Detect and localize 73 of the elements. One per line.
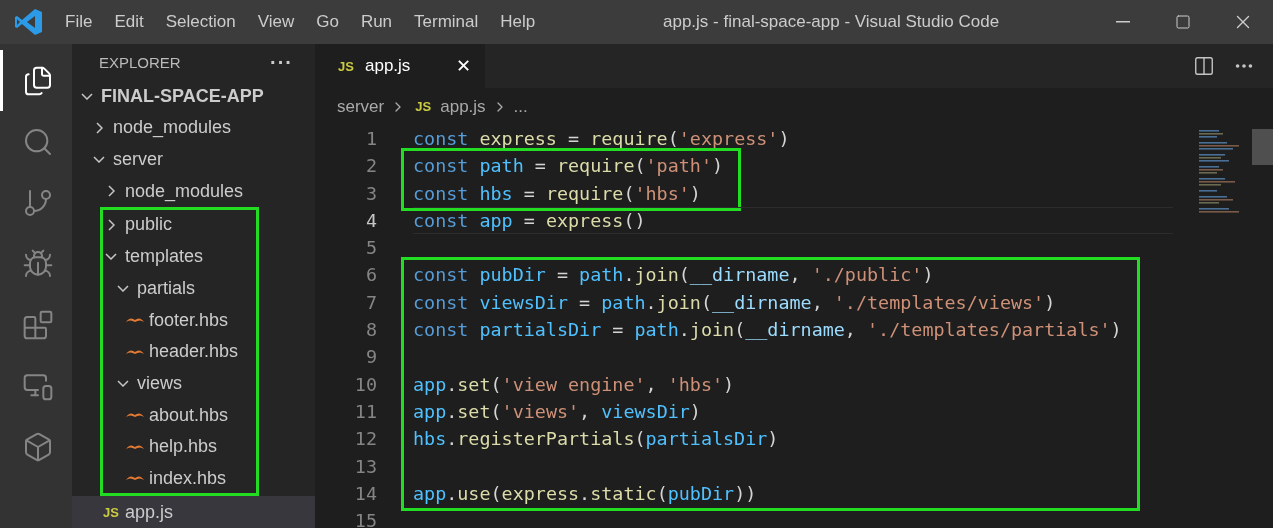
chevron-down-icon (93, 156, 105, 164)
line-number: 7 (364, 290, 377, 315)
project-root[interactable]: FINAL-SPACE-APP (72, 80, 315, 113)
code-line: const partialsDir = path.join(__dirname, './templates/partials') (413, 319, 1122, 341)
breadcrumb-item[interactable]: ... (513, 96, 528, 117)
code-line: const path = require('path') (413, 155, 724, 177)
menu-item[interactable]: Help (489, 12, 547, 32)
blocks-icon (21, 308, 54, 341)
menu-item[interactable]: Selection (154, 12, 247, 32)
chevron-right-icon (107, 185, 115, 198)
code-line: hbs.registerPartials(partialsDir) (413, 428, 779, 450)
sidebar-title: EXPLORER (99, 53, 181, 71)
chevron-right-icon (95, 121, 103, 134)
tree-item[interactable]: server (72, 143, 315, 176)
line-number: 3 (364, 181, 377, 206)
chevron-down-icon (117, 379, 129, 387)
breadcrumb-item[interactable]: server (337, 96, 385, 117)
line-number: 2 (364, 154, 377, 179)
editor-tab[interactable]: JS app.js ✕ (315, 44, 485, 88)
menu-item[interactable]: Terminal (403, 12, 490, 32)
code-line: const express = require('express') (413, 128, 790, 149)
window-title: app.js - final-space-app - Visual Studio Code (663, 12, 1000, 32)
js-icon: JS (100, 504, 122, 520)
tree-item[interactable]: about.hbs (72, 399, 257, 431)
tree-item[interactable]: public (72, 209, 257, 241)
chevron-right-icon (107, 218, 115, 231)
line-number: 6 (364, 263, 377, 288)
code-line: const pubDir = path.join(__dirname, './public') (413, 264, 934, 286)
tree-item[interactable]: help.hbs (72, 430, 257, 463)
js-icon: JS (335, 58, 357, 74)
bug-icon (21, 247, 54, 280)
menu-item[interactable]: File (54, 12, 104, 32)
tree-item[interactable]: node_modules (72, 175, 315, 208)
code-line: app.set('view engine', 'hbs') (413, 373, 735, 395)
close-tab-button[interactable]: ✕ (456, 55, 471, 77)
maximize-icon (1175, 14, 1191, 30)
line-number: 1 (364, 127, 377, 151)
menu-item[interactable]: Go (305, 12, 350, 32)
split-editor-icon[interactable] (1193, 55, 1215, 77)
tree-item[interactable]: index.hbs (72, 462, 257, 495)
code-line: app.set('views', viewsDir) (413, 400, 701, 422)
line-number: 14 (353, 481, 377, 506)
tree-item[interactable]: header.hbs (72, 335, 257, 368)
more-button[interactable]: ··· (270, 50, 293, 74)
chevron-down-icon (81, 92, 93, 100)
breadcrumb-item[interactable]: JS app.js (412, 96, 486, 117)
app-logo-icon (14, 7, 44, 37)
menu-item[interactable]: Edit (103, 12, 155, 32)
line-number: 11 (353, 399, 377, 424)
line-number: 10 (353, 372, 377, 397)
chevron-down-icon (105, 253, 117, 261)
minimize-icon (1116, 21, 1130, 23)
menu-item[interactable]: View (246, 12, 306, 32)
chevron-down-icon (117, 284, 129, 292)
tree-item[interactable]: templates (72, 240, 257, 273)
tree-item[interactable]: partials (72, 272, 257, 305)
tree-item[interactable]: JS app.js (72, 496, 315, 528)
line-number: 5 (364, 236, 377, 261)
code-line: app.use(express.static(pubDir)) (413, 482, 757, 504)
line-number: 9 (364, 345, 377, 370)
code-line: const viewsDir = path.join(__dirname, './templates/views') (413, 291, 1056, 313)
scrollbar-thumb[interactable] (1252, 129, 1273, 165)
tree-item[interactable]: node_modules (72, 112, 315, 144)
line-number: 13 (353, 454, 377, 479)
menu-item[interactable]: Run (349, 12, 404, 32)
line-number: 8 (364, 318, 377, 343)
tree-item[interactable]: views (72, 367, 257, 400)
line-number: 12 (353, 427, 377, 452)
tree-item[interactable]: footer.hbs (72, 304, 257, 336)
line-number: 4 (364, 208, 377, 233)
code-line: const hbs = require('hbs') (413, 182, 701, 204)
code-line: const app = express() (413, 209, 646, 231)
line-number: 15 (353, 509, 377, 528)
